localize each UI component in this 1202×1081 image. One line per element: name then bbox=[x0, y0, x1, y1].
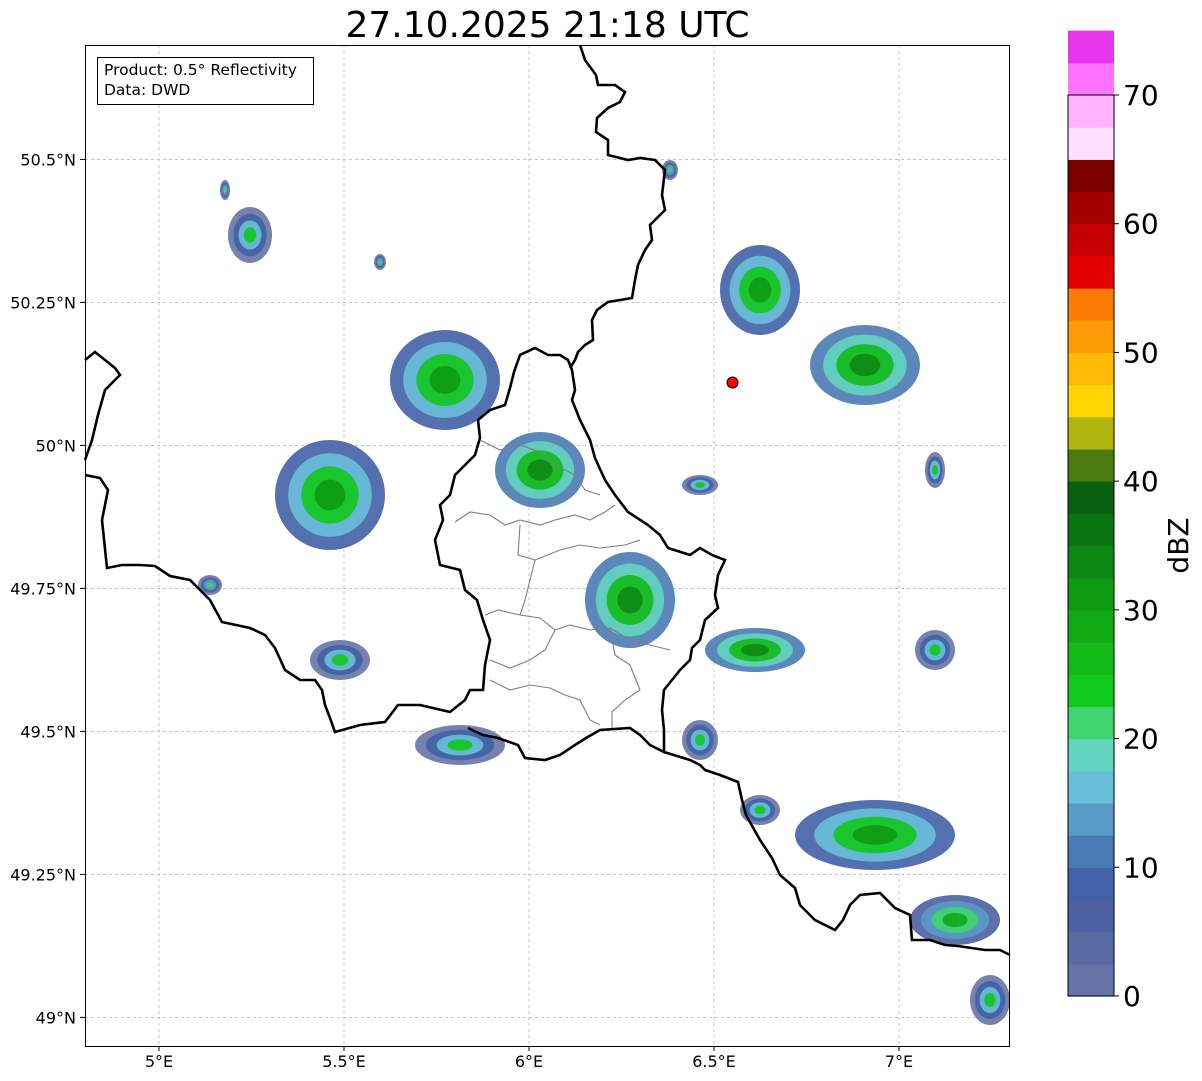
colorbar-swatch bbox=[1068, 62, 1114, 96]
lat-tick-label: 50.5°N bbox=[20, 150, 76, 169]
colorbar-swatch bbox=[1068, 931, 1114, 965]
echo-cell bbox=[754, 805, 766, 815]
lat-tick-label: 50.25°N bbox=[10, 293, 76, 312]
colorbar-swatch bbox=[1068, 770, 1114, 804]
colorbar-swatch bbox=[1068, 738, 1114, 772]
echo-cell bbox=[741, 643, 769, 657]
colorbar-tick-label: 20 bbox=[1123, 723, 1159, 756]
admin-line-6 bbox=[489, 679, 601, 726]
border-west-edge bbox=[83, 350, 122, 461]
colorbar-swatch bbox=[1068, 288, 1114, 321]
echo-cell bbox=[929, 644, 941, 656]
echo-cell bbox=[527, 459, 553, 481]
lon-tick-label: 5.5°E bbox=[322, 1052, 366, 1071]
lon-tick-label: 6°E bbox=[515, 1052, 543, 1071]
colorbar-tick-label: 30 bbox=[1123, 594, 1159, 627]
radar-site-dot bbox=[726, 376, 739, 389]
product-label: Product: 0.5° Reflectivity bbox=[104, 61, 297, 79]
lat-tick-label: 49.25°N bbox=[10, 865, 76, 884]
echo-cell bbox=[223, 187, 227, 193]
colorbar-swatch bbox=[1068, 867, 1114, 901]
echo-cell bbox=[331, 654, 349, 666]
admin-line-1 bbox=[454, 504, 616, 526]
colorbar-swatch bbox=[1068, 159, 1114, 193]
colorbar-tick-label: 70 bbox=[1123, 79, 1159, 112]
lat-tick-label: 50°N bbox=[36, 436, 76, 455]
colorbar-tick-label: 40 bbox=[1123, 465, 1159, 498]
colorbar-swatch bbox=[1068, 802, 1114, 836]
lon-tick-label: 7°E bbox=[885, 1052, 913, 1071]
echo-cell bbox=[849, 353, 881, 377]
colorbar-swatch bbox=[1068, 706, 1114, 740]
colorbar-swatch bbox=[1068, 320, 1114, 354]
radar-site-marker bbox=[726, 376, 739, 389]
colorbar-tick-label: 0 bbox=[1123, 980, 1141, 1013]
colorbar: 0 10 20 30 40 50 60 70 dBZ bbox=[1067, 30, 1195, 1013]
colorbar-swatch bbox=[1068, 95, 1114, 128]
colorbar-swatch bbox=[1068, 513, 1114, 547]
colorbar-swatch bbox=[1068, 963, 1114, 997]
admin-line-5 bbox=[489, 629, 556, 669]
echo-cell bbox=[932, 464, 938, 476]
colorbar-swatch bbox=[1068, 352, 1114, 386]
colorbar-swatch bbox=[1068, 674, 1114, 707]
colorbar-swatch bbox=[1068, 577, 1114, 611]
admin-line-2 bbox=[484, 524, 536, 616]
lon-tick-label: 5°E bbox=[145, 1052, 173, 1071]
lat-tick-label: 49°N bbox=[36, 1008, 76, 1027]
lat-tick-label: 49.5°N bbox=[20, 722, 76, 741]
echo-cell bbox=[447, 739, 473, 751]
echo-cell bbox=[206, 582, 214, 588]
colorbar-swatch bbox=[1068, 545, 1114, 579]
colorbar-tick-label: 60 bbox=[1123, 208, 1159, 241]
echo-cell bbox=[429, 366, 461, 394]
colorbar-swatch bbox=[1068, 481, 1114, 514]
colorbar-swatch bbox=[1068, 127, 1114, 160]
echo-cell bbox=[617, 586, 643, 614]
echo-cell bbox=[694, 482, 706, 488]
colorbar-swatch bbox=[1068, 255, 1114, 289]
colorbar-tick-label: 10 bbox=[1123, 851, 1159, 884]
echo-cell bbox=[667, 167, 673, 173]
colorbar-swatch bbox=[1068, 609, 1114, 643]
echo-cell bbox=[378, 259, 382, 265]
colorbar-swatch bbox=[1068, 416, 1114, 450]
precipitation-echoes bbox=[198, 160, 1010, 1025]
echo-cell bbox=[314, 479, 346, 511]
echo-cell bbox=[748, 277, 772, 303]
echo-cell bbox=[852, 825, 898, 845]
echo-cell bbox=[243, 227, 257, 243]
echo-cell bbox=[694, 734, 706, 746]
colorbar-swatch bbox=[1068, 30, 1114, 64]
colorbar-swatch bbox=[1068, 191, 1114, 225]
colorbar-label: dBZ bbox=[1162, 517, 1195, 573]
radar-map: 5°E 5.5°E 6°E 6.5°E 7°E 50.5°N 50.25°N 50°N 49.7… bbox=[10, 30, 1195, 1071]
colorbar-swatch bbox=[1068, 642, 1114, 675]
colorbar-swatch bbox=[1068, 448, 1114, 482]
colorbar-swatch bbox=[1068, 384, 1114, 418]
data-source-label: Data: DWD bbox=[104, 81, 191, 99]
lat-tick-label: 49.75°N bbox=[10, 579, 76, 598]
colorbar-swatch bbox=[1068, 223, 1114, 257]
colorbar-swatch bbox=[1068, 899, 1114, 933]
lon-tick-label: 6.5°E bbox=[692, 1052, 736, 1071]
border-belgium-germany bbox=[568, 44, 667, 369]
product-info-box: Product: 0.5° Reflectivity Data: DWD bbox=[97, 57, 314, 105]
colorbar-swatch bbox=[1068, 835, 1114, 868]
echo-cell bbox=[984, 993, 996, 1007]
colorbar-tick-label: 50 bbox=[1123, 336, 1159, 369]
echo-cell bbox=[942, 913, 968, 927]
